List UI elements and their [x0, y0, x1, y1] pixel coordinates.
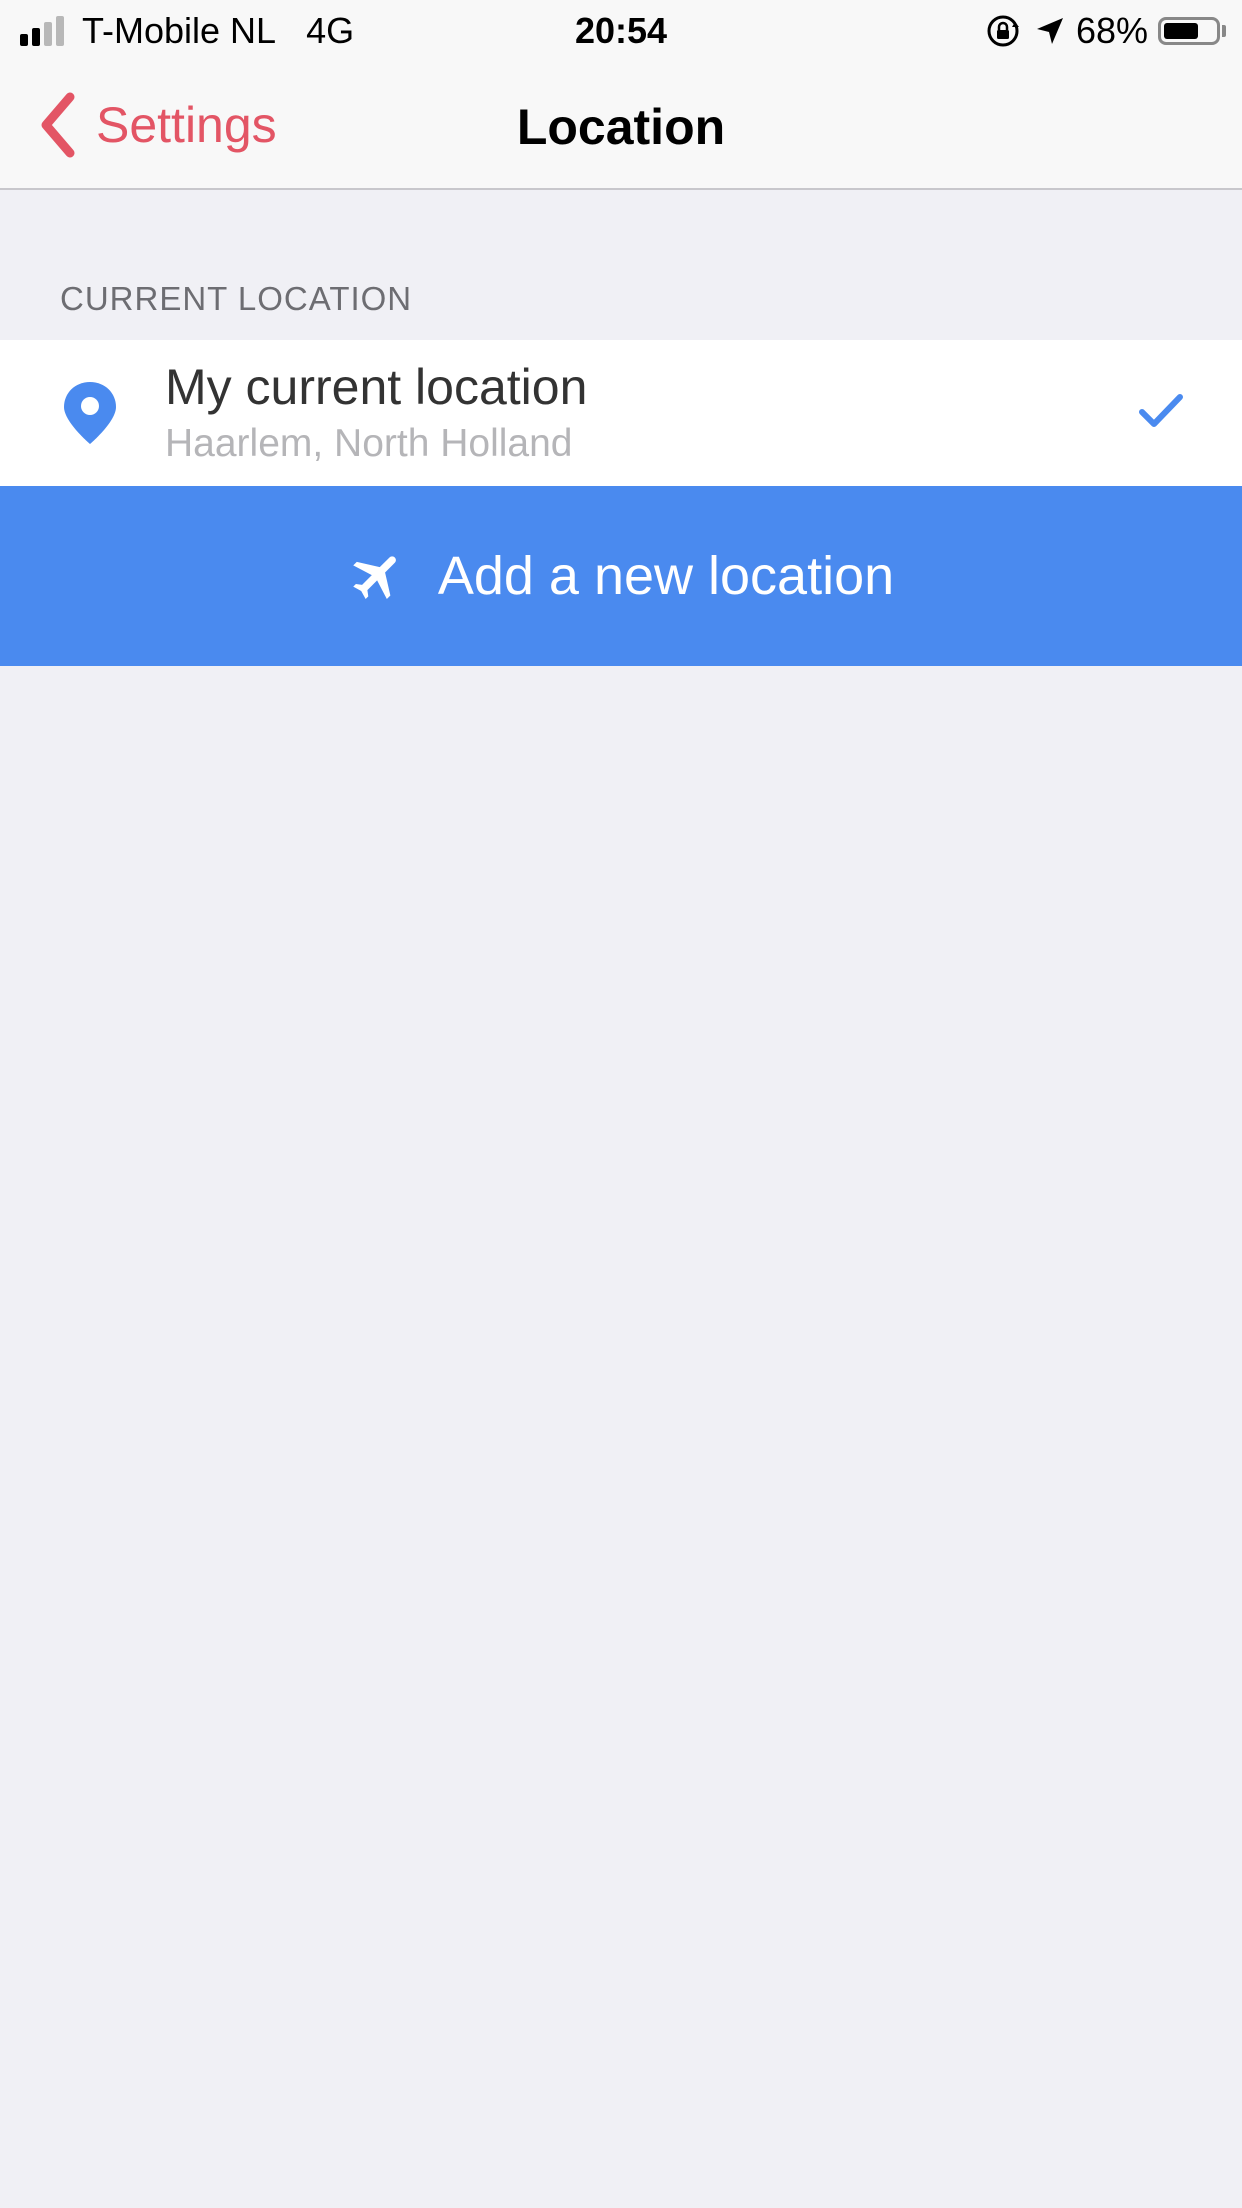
- checkmark-icon: [1139, 394, 1183, 427]
- status-right: 68%: [986, 10, 1226, 52]
- navigation-bar: Settings Location: [0, 62, 1242, 190]
- airplane-icon: [353, 556, 396, 599]
- location-arrow-icon: [1036, 18, 1063, 44]
- battery-percent: 68%: [1075, 10, 1148, 51]
- location-subtitle: Haarlem, North Holland: [165, 422, 573, 465]
- map-pin-icon: [64, 382, 116, 444]
- current-location-row[interactable]: My current location Haarlem, North Holla…: [0, 340, 1242, 486]
- section-header-current-location: CURRENT LOCATION: [60, 280, 413, 317]
- add-location-label: Add a new location: [437, 546, 895, 606]
- battery-fill: [1164, 23, 1198, 39]
- orientation-lock-icon: [987, 15, 1019, 47]
- battery-icon: [1158, 17, 1226, 45]
- add-location-button[interactable]: Add a new location: [0, 486, 1242, 666]
- status-bar: T-Mobile NL 4G 20:54 68%: [0, 0, 1242, 62]
- page-title: Location: [516, 99, 726, 155]
- location-title: My current location: [165, 359, 588, 415]
